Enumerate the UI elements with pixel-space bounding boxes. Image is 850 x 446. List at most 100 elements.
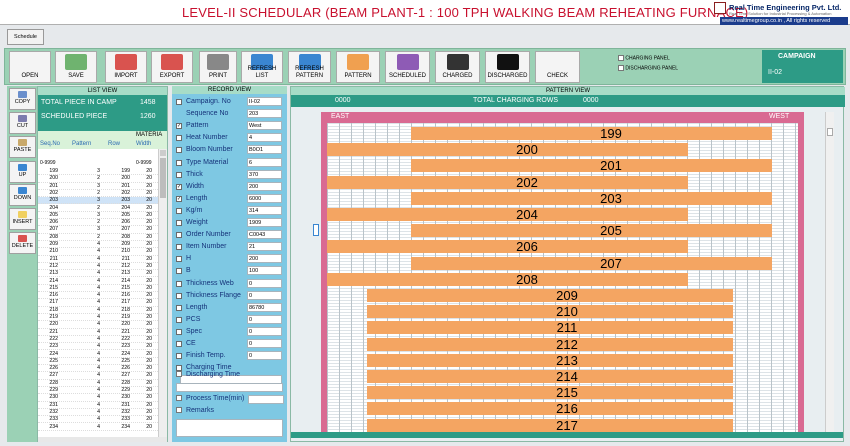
table-row[interactable]: 224 4 224 20 (38, 351, 158, 358)
table-row[interactable]: 222 4 222 20 (38, 336, 158, 344)
charged-button[interactable]: CHARGED (435, 51, 480, 83)
remarks-checkbox[interactable] (176, 407, 182, 414)
field-value[interactable]: 21 (247, 242, 282, 252)
tab-schedule[interactable]: Schedule (7, 29, 44, 45)
col-row[interactable]: Row (108, 141, 120, 147)
field-checkbox[interactable]: ✓ (176, 195, 182, 202)
table-row[interactable]: 223 4 223 20 (38, 343, 158, 351)
record-field-finish-temp-[interactable]: Finish Temp. 0 (176, 350, 284, 362)
record-field-order-number[interactable]: Order Number C0043 (176, 229, 284, 241)
field-checkbox[interactable] (176, 159, 182, 166)
filter-width[interactable]: 0-9999 (136, 160, 152, 166)
field-checkbox[interactable] (176, 232, 182, 239)
table-row[interactable]: 213 4 213 20 (38, 270, 158, 278)
table-row[interactable]: 203 3 203 20 (38, 197, 158, 205)
table-row[interactable]: 211 4 211 20 (38, 256, 158, 263)
table-row[interactable]: 234 4 234 20 (38, 424, 158, 431)
field-value[interactable]: 0 (247, 314, 282, 324)
table-row[interactable]: 212 4 212 20 (38, 263, 158, 271)
col-width[interactable]: Width (136, 141, 151, 147)
field-checkbox[interactable] (176, 244, 182, 251)
field-value[interactable]: 200 (247, 254, 282, 264)
discharging-time-row[interactable]: Discharging Time (176, 371, 284, 383)
field-value[interactable]: B0O1 (247, 145, 282, 155)
pattern-scroll-thumb[interactable] (827, 128, 833, 136)
pattern-button[interactable]: PATTERN (336, 51, 380, 83)
table-row[interactable]: 215 4 215 20 (38, 285, 158, 293)
field-value[interactable]: 200 (247, 181, 282, 191)
print-button[interactable]: PRINT (199, 51, 237, 83)
field-checkbox[interactable] (176, 292, 182, 299)
table-row[interactable]: 220 4 220 20 (38, 321, 158, 329)
field-value[interactable]: 0 (247, 326, 282, 336)
table-row[interactable]: 218 4 218 20 (38, 307, 158, 314)
field-checkbox[interactable] (176, 220, 182, 226)
field-value[interactable]: 370 (247, 169, 282, 179)
save-button[interactable]: SAVE (55, 51, 97, 83)
filter-seq[interactable]: 0-9999 (40, 160, 56, 166)
field-value[interactable]: 86780 (247, 302, 282, 312)
scheduled-button[interactable]: SCHEDULED (385, 51, 430, 83)
table-row[interactable]: 221 4 221 20 (38, 329, 158, 336)
table-row[interactable]: 206 2 206 20 (38, 219, 158, 227)
record-field-length[interactable]: ✓ Length 6000 (176, 193, 284, 205)
discharged-button[interactable]: DISCHARGED (485, 51, 530, 83)
record-field-heat-number[interactable]: Heat Number 4 (176, 132, 284, 144)
field-checkbox[interactable] (176, 256, 182, 263)
record-field-b[interactable]: B 100 (176, 265, 284, 277)
open-button[interactable]: OPEN (9, 51, 51, 83)
field-checkbox[interactable] (176, 341, 182, 347)
field-value[interactable]: 314 (247, 205, 282, 215)
check-button[interactable]: CHECK (535, 51, 580, 83)
table-row[interactable]: 214 4 214 20 (38, 278, 158, 285)
field-checkbox[interactable] (176, 328, 182, 335)
table-row[interactable]: 208 2 208 20 (38, 234, 158, 241)
record-field-pattern[interactable]: ✓ Pattern West (176, 120, 284, 132)
table-row[interactable]: 230 4 230 20 (38, 394, 158, 402)
field-value[interactable]: 4 (247, 133, 282, 143)
field-value[interactable]: C0043 (247, 230, 282, 240)
col-pattern[interactable]: Pattern (72, 141, 91, 147)
table-row[interactable]: 207 3 207 20 (38, 226, 158, 234)
field-checkbox[interactable] (176, 304, 182, 311)
record-field-sequence-no[interactable]: Sequence No 203 (176, 108, 284, 120)
table-row[interactable]: 210 4 210 20 (38, 248, 158, 256)
record-field-item-number[interactable]: Item Number 21 (176, 241, 284, 253)
record-field-type-material[interactable]: Type Material 6 (176, 157, 284, 169)
field-checkbox[interactable] (176, 99, 182, 105)
record-field-weight[interactable]: Weight 1909 (176, 217, 284, 229)
paste-button[interactable]: PASTE (9, 136, 36, 158)
field-value[interactable]: 6 (247, 157, 282, 167)
discharging-panel-option[interactable]: DISCHARGING PANEL (618, 65, 678, 71)
table-row[interactable]: 229 4 229 20 (38, 387, 158, 395)
field-value[interactable]: II-02 (247, 97, 282, 106)
field-value[interactable]: 0 (247, 278, 282, 288)
table-row[interactable]: 228 4 228 20 (38, 380, 158, 387)
list-vertical-scrollbar[interactable] (158, 149, 167, 439)
refresh-pattern-button[interactable]: REFRESH PATTERN (288, 51, 331, 83)
field-value[interactable]: West (247, 121, 282, 131)
record-field-spec[interactable]: Spec 0 (176, 326, 284, 338)
table-row[interactable]: 219 4 219 20 (38, 314, 158, 322)
remarks-row[interactable]: Remarks (176, 407, 284, 419)
field-checkbox[interactable] (176, 207, 182, 214)
pattern-vertical-scrollbar[interactable] (825, 112, 834, 438)
field-value[interactable]: 1909 (247, 218, 282, 227)
delete-button[interactable]: DELETE (9, 232, 36, 254)
table-row[interactable]: 233 4 233 20 (38, 416, 158, 424)
field-value[interactable]: 0 (247, 339, 282, 348)
record-field-thickness-flange[interactable]: Thickness Flange 0 (176, 290, 284, 302)
field-checkbox[interactable] (176, 353, 182, 360)
field-checkbox[interactable]: ✓ (176, 183, 182, 190)
table-row[interactable]: 205 3 205 20 (38, 212, 158, 220)
refresh-list-button[interactable]: REFRESH LIST (241, 51, 283, 83)
field-checkbox[interactable] (176, 316, 182, 323)
field-value[interactable]: 203 (247, 109, 282, 119)
record-field-h[interactable]: H 200 (176, 253, 284, 265)
remarks-field[interactable] (176, 419, 283, 437)
table-row[interactable]: 217 4 217 20 (38, 299, 158, 307)
record-field-bloom-number[interactable]: Bloom Number B0O1 (176, 144, 284, 156)
copy-button[interactable]: COPY (9, 88, 36, 110)
record-field-thickness-web[interactable]: Thickness Web 0 (176, 278, 284, 290)
field-checkbox[interactable]: ✓ (176, 123, 182, 130)
